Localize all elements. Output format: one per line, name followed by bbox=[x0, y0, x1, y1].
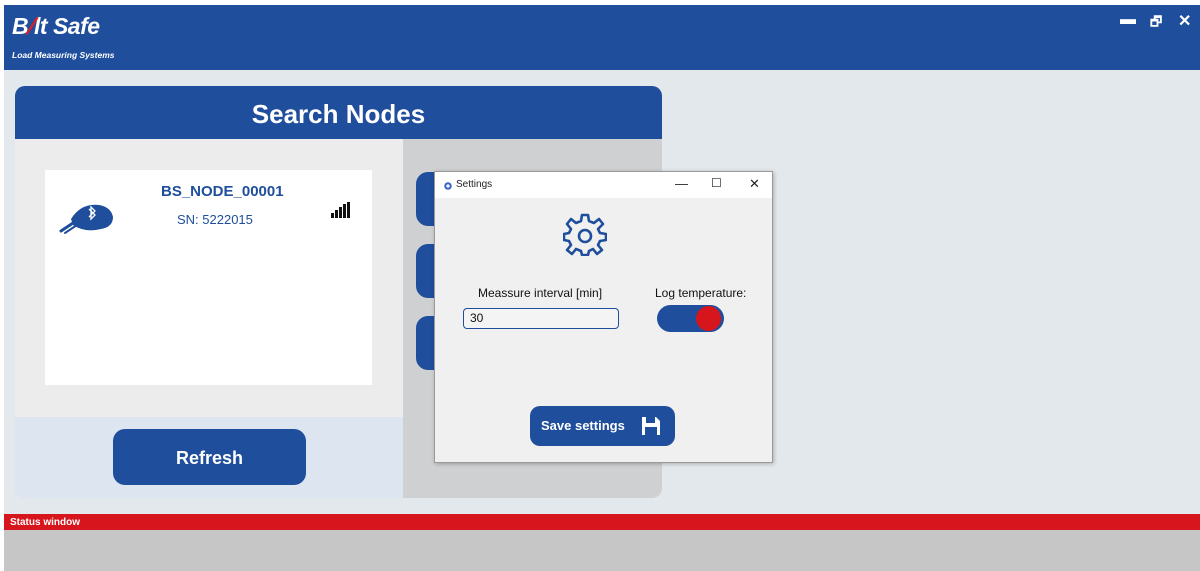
gear-icon bbox=[443, 178, 453, 196]
settings-dialog: Settings — ☐ ✕ Meassure interval [min] 3… bbox=[434, 171, 773, 463]
save-settings-label: Save settings bbox=[541, 418, 625, 433]
toggle-knob bbox=[696, 306, 721, 331]
log-temperature-toggle[interactable] bbox=[657, 305, 724, 332]
node-card[interactable]: BS_NODE_00001 SN: 5222015 bbox=[45, 170, 372, 385]
panel-title: Search Nodes bbox=[15, 86, 662, 139]
bluetooth-usb-dongle-icon bbox=[59, 195, 117, 240]
dialog-titlebar[interactable]: Settings — ☐ ✕ bbox=[435, 172, 772, 198]
node-serial: SN: 5222015 bbox=[177, 212, 253, 227]
brand-tagline: Load Measuring Systems bbox=[12, 50, 115, 60]
status-bar: Status window bbox=[4, 514, 1200, 530]
app-header: B/lt Safe Load Measuring Systems ▬ 🗗 ✕ bbox=[4, 5, 1200, 70]
restore-button[interactable]: 🗗 bbox=[1150, 13, 1162, 35]
close-button[interactable]: ✕ bbox=[1178, 11, 1191, 31]
dialog-title: Settings bbox=[456, 179, 493, 190]
minimize-button[interactable]: ▬ bbox=[1120, 11, 1136, 29]
brand-logo: B/lt Safe bbox=[12, 13, 100, 39]
signal-strength-icon bbox=[331, 202, 350, 218]
floppy-disk-icon bbox=[640, 415, 662, 440]
dialog-maximize-button[interactable]: ☐ bbox=[711, 176, 722, 190]
interval-input[interactable]: 30 bbox=[463, 308, 619, 329]
save-settings-button[interactable]: Save settings bbox=[530, 406, 675, 446]
settings-gear-icon bbox=[562, 212, 608, 261]
log-temperature-label: Log temperature: bbox=[655, 286, 747, 300]
dialog-minimize-button[interactable]: — bbox=[675, 176, 688, 191]
status-window bbox=[4, 530, 1200, 571]
interval-label: Meassure interval [min] bbox=[478, 286, 603, 300]
dialog-close-button[interactable]: ✕ bbox=[749, 176, 760, 192]
node-name: BS_NODE_00001 bbox=[161, 183, 284, 200]
refresh-button[interactable]: Refresh bbox=[113, 429, 306, 485]
